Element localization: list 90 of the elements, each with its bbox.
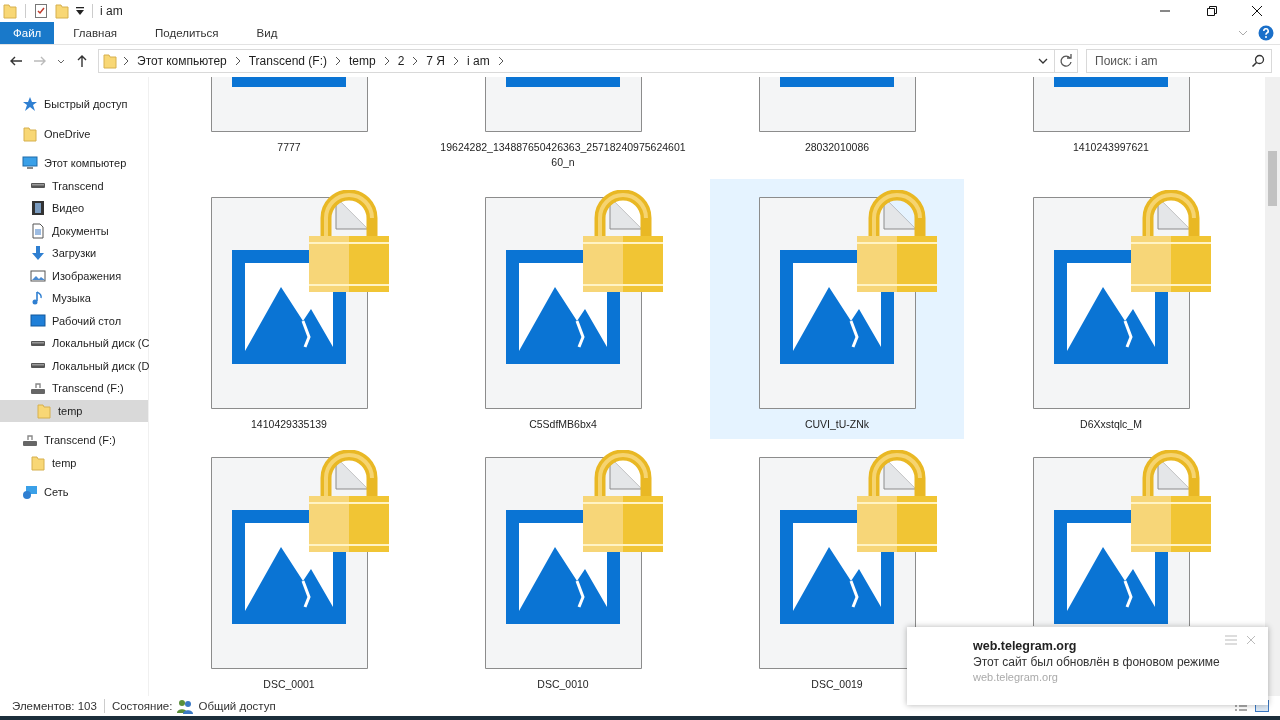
search-field[interactable]: Поиск: i am: [1086, 49, 1272, 73]
file-item[interactable]: 28032010086: [710, 77, 964, 179]
chevron-icon: [496, 56, 505, 66]
scrollbar[interactable]: [1265, 77, 1280, 696]
file-item[interactable]: DSC_0001: [162, 439, 416, 696]
chevron-icon: [334, 56, 342, 66]
usb-drive-icon: [30, 380, 46, 397]
state-label: Состояние:: [111, 700, 173, 712]
scrollbar-thumb[interactable]: [1268, 151, 1277, 206]
picture-icon: [30, 267, 46, 284]
file-item[interactable]: 1410429335139: [162, 179, 416, 439]
dropdown-icon[interactable]: [75, 6, 85, 16]
computer-icon: [22, 155, 38, 172]
file-name: 1410243997621: [1072, 140, 1150, 155]
breadcrumb[interactable]: 2: [397, 54, 405, 68]
file-name: 28032010086: [803, 140, 871, 155]
file-name: C5SdfMB6bx4: [528, 417, 598, 432]
sidebar-item[interactable]: temp: [0, 399, 148, 422]
chevron-icon: [122, 56, 130, 66]
file-item[interactable]: 1410243997621: [984, 77, 1238, 179]
file-name: CUVI_tU-ZNk: [803, 417, 871, 432]
window-title: i am: [100, 4, 123, 18]
chevron-icon: [382, 56, 391, 66]
file-item[interactable]: 7777: [162, 77, 416, 179]
ribbon-tab[interactable]: Главная: [54, 22, 137, 44]
properties-icon[interactable]: [33, 3, 49, 19]
chevron-icon: [233, 56, 242, 66]
chevron-icon: [411, 56, 420, 66]
users-icon: [177, 698, 194, 714]
file-name: DSC_0019: [810, 677, 864, 692]
ribbon-tab[interactable]: Вид: [237, 22, 297, 44]
file-item[interactable]: C5SdfMB6bx4: [436, 179, 690, 439]
help-icon[interactable]: [1258, 25, 1274, 41]
sidebar-item[interactable]: Изображения: [0, 264, 148, 287]
sidebar-item[interactable]: Музыка: [0, 287, 148, 310]
drive-icon: [30, 362, 46, 370]
sidebar-item[interactable]: Локальный диск (D: [0, 354, 148, 377]
folder-icon: [30, 454, 46, 471]
file-name: 1410429335139: [250, 417, 328, 432]
star-icon: [22, 96, 38, 113]
network-icon: [22, 484, 38, 501]
file-item[interactable]: 19624282_134887650426363_2571824097562460160_n: [436, 77, 690, 179]
sidebar-item[interactable]: Transcend: [0, 174, 148, 197]
address-bar[interactable]: Этот компьютер Transcend (F:) temp 2 7 Я i am: [98, 49, 1055, 73]
file-name: 7777: [276, 140, 302, 155]
breadcrumb[interactable]: Этот компьютер: [137, 54, 227, 68]
notification-title: web.telegram.org: [973, 639, 1078, 653]
sidebar-item[interactable]: Быстрый доступ: [0, 93, 148, 116]
breadcrumb[interactable]: i am: [467, 54, 490, 68]
dropdown-icon[interactable]: [1038, 56, 1048, 66]
state-value: Общий доступ: [198, 700, 276, 712]
sidebar-item[interactable]: Сеть: [0, 481, 148, 504]
file-item[interactable]: D6Xxstqlc_M: [984, 179, 1238, 439]
sidebar-item[interactable]: OneDrive: [0, 122, 148, 145]
file-name: 19624282_134887650426363_2571824097562460160_n: [439, 140, 687, 170]
folder-icon: [22, 125, 38, 142]
desktop-icon: [30, 312, 46, 329]
file-item[interactable]: DSC_0010: [436, 439, 690, 696]
usb-drive-icon: [22, 432, 38, 449]
film-icon: [30, 200, 46, 217]
ribbon-tab[interactable]: Поделиться: [136, 22, 238, 44]
file-name: DSC_0001: [262, 677, 316, 692]
chevron-icon: [452, 56, 461, 66]
file-name: D6Xxstqlc_M: [1079, 417, 1143, 432]
download-arrow-icon: [30, 245, 46, 262]
breadcrumb[interactable]: Transcend (F:): [248, 54, 327, 68]
sidebar-item[interactable]: temp: [0, 451, 148, 474]
search-icon: [1251, 54, 1265, 68]
sidebar-item[interactable]: Рабочий стол: [0, 309, 148, 332]
folder-icon: [102, 53, 118, 69]
drive-icon: [30, 339, 46, 347]
sidebar-item[interactable]: Transcend (F:): [0, 377, 148, 400]
file-tab[interactable]: Файл: [0, 22, 55, 44]
sidebar-item[interactable]: Загрузки: [0, 242, 148, 265]
document-icon: [30, 222, 46, 239]
item-count: Элементов: 103: [12, 700, 97, 712]
breadcrumb[interactable]: 7 Я: [426, 54, 446, 68]
notification-message: Этот сайт был обновлён в фоновом режиме: [973, 655, 1220, 669]
sidebar-item[interactable]: Transcend (F:): [0, 429, 148, 452]
refresh-icon[interactable]: [1055, 49, 1078, 73]
file-item[interactable]: CUVI_tU-ZNk: [710, 179, 964, 439]
file-name: DSC_0010: [536, 677, 590, 692]
notification-source: web.telegram.org: [973, 671, 1059, 683]
breadcrumb[interactable]: temp: [349, 54, 376, 68]
sidebar-item[interactable]: Видео: [0, 197, 148, 220]
sidebar-item[interactable]: Этот компьютер: [0, 152, 148, 175]
drive-icon: [30, 182, 46, 190]
sidebar-item[interactable]: Локальный диск (C: [0, 332, 148, 355]
sidebar-item[interactable]: Документы: [0, 219, 148, 242]
folder-icon: [36, 402, 52, 419]
